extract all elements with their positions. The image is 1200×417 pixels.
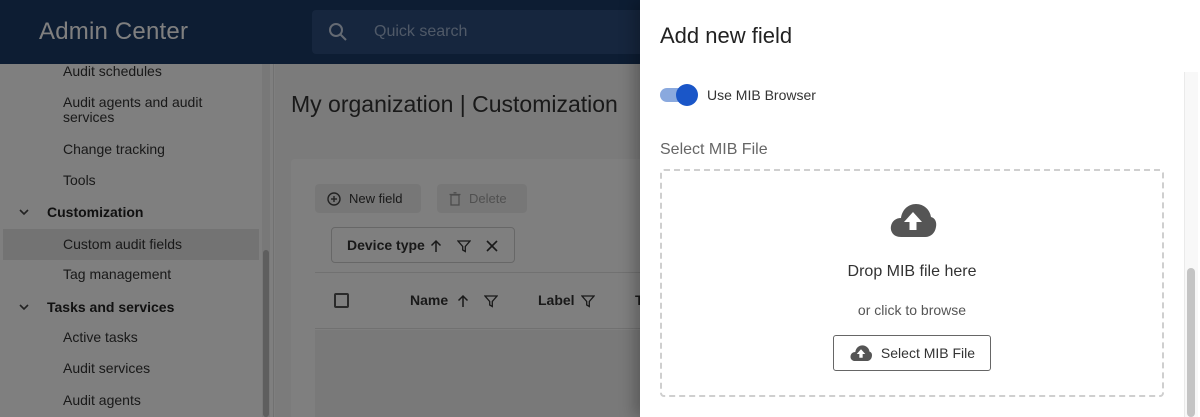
select-mib-file-label: Select MIB File [660,141,768,158]
cloud-upload-icon [850,345,872,362]
drawer-title: Add new field [660,23,793,48]
select-mib-file-button-label: Select MIB File [880,345,976,361]
mib-file-dropzone[interactable]: Drop MIB file here or click to browse Se… [660,169,1164,397]
add-field-drawer: Add new field Use MIB Browser Select MIB… [640,0,1200,417]
cloud-upload-icon [890,204,937,237]
drop-text: Drop MIB file here [847,263,977,280]
use-mib-browser-toggle[interactable] [660,84,698,106]
browse-text[interactable]: or click to browse [662,302,1162,318]
toggle-label: Use MIB Browser [707,87,816,103]
toggle-knob [676,84,698,106]
drawer-scrollbar-thumb[interactable] [1187,268,1195,417]
modal-overlay[interactable] [0,0,640,417]
select-mib-file-button[interactable]: Select MIB File [833,335,991,371]
